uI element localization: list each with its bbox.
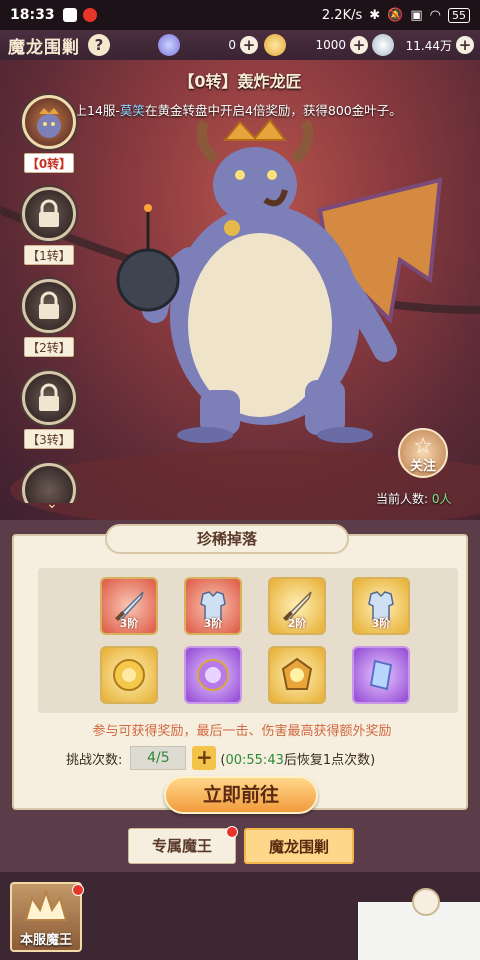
tier-label: 【1转】	[24, 245, 74, 265]
mode-tabs: 专属魔王 魔龙围剿	[0, 820, 480, 872]
item-tier: 3阶	[371, 617, 391, 630]
tier-item-3[interactable]: 【3转】	[18, 371, 80, 457]
sim-icon: ▣	[410, 7, 423, 23]
more-button[interactable]	[412, 888, 440, 916]
drop-item[interactable]	[268, 646, 326, 704]
add-leaf-button[interactable]: +	[350, 36, 368, 54]
boss-name-header: 【0转】轰炸龙匠	[178, 72, 302, 91]
go-now-button[interactable]: 立即前往	[164, 776, 318, 814]
drop-item[interactable]: 3阶	[100, 577, 158, 635]
tab-exclusive-boss[interactable]: 专属魔王	[128, 828, 236, 864]
tier-label: 【0转】	[24, 153, 74, 173]
viewer-count-value: 0人	[431, 492, 452, 506]
drop-item[interactable]: 3阶	[352, 577, 410, 635]
drops-title: 珍稀掉落	[105, 524, 349, 554]
tab-dragon-raid[interactable]: 魔龙围剿	[244, 828, 354, 864]
announcement-player: 莫笑	[119, 103, 145, 118]
lock-icon	[22, 279, 76, 333]
help-button[interactable]: ?	[88, 34, 110, 56]
drop-grid: 3阶 3阶 2阶 3阶	[38, 568, 458, 713]
lock-icon	[22, 187, 76, 241]
boss-scene: 【0转】轰炸龙匠 云上14服-莫笑在黄金转盘中开启4倍奖励，获得800金叶子。 …	[0, 60, 480, 520]
attempts-label: 挑战次数:	[66, 752, 123, 768]
recover-time: 00:55:43	[225, 752, 284, 768]
diamond-icon	[158, 34, 180, 56]
item-tier: 3阶	[203, 617, 223, 630]
top-bar: 魔龙围剿 ? 0 + 1000 + 11.44万 +	[0, 30, 480, 60]
bottom-bar: 本服魔王	[0, 872, 480, 960]
reward-hint: 参与可获得奖励，最后一击、伤害最高获得额外奖励	[92, 724, 392, 739]
add-attempts-button[interactable]: +	[192, 746, 217, 770]
crown-emblem-icon	[24, 888, 68, 921]
viewer-count: 当前人数: 0人	[376, 490, 452, 507]
record-icon	[82, 8, 97, 22]
recover-suffix: 后恢复1点次数)	[283, 752, 376, 768]
boss-portrait-icon	[22, 95, 76, 149]
notification-dot	[72, 884, 84, 896]
follow-label: 关注	[409, 459, 436, 474]
status-time: 18:33	[10, 7, 55, 23]
add-diamond-button[interactable]: +	[240, 36, 258, 54]
lock-icon	[22, 371, 76, 425]
wifi-icon: ◠	[429, 7, 441, 23]
tier-item-2[interactable]: 【2转】	[18, 279, 80, 365]
add-silver-button[interactable]: +	[456, 36, 474, 54]
drop-item[interactable]: 3阶	[184, 577, 242, 635]
tier-label: 【3转】	[24, 429, 74, 449]
attempts-row: 挑战次数: 4/5 + (00:55:43后恢复1点次数)	[66, 746, 375, 770]
tier-item-1[interactable]: 【1转】	[18, 187, 80, 273]
battery-indicator: 55	[448, 7, 470, 23]
recover-timer: (00:55:43后恢复1点次数)	[220, 749, 375, 768]
tier-label: 【2转】	[24, 337, 74, 357]
item-tier: 2阶	[287, 617, 307, 630]
purple-orb-icon	[197, 659, 229, 691]
silver-orb-icon	[372, 34, 394, 56]
currency-leaf: 1000 +	[264, 34, 368, 56]
app-notification-icon	[62, 8, 77, 22]
server-boss-button[interactable]: 本服魔王	[10, 882, 82, 952]
drop-item[interactable]	[352, 646, 410, 704]
notification-dot	[226, 826, 238, 838]
crystal-shard-icon	[369, 659, 393, 691]
currency-diamond: 0 +	[158, 34, 258, 56]
attempts-value: 4/5	[130, 746, 187, 770]
announcement-text: 在黄金转盘中开启4倍奖励，获得800金叶子。	[144, 103, 402, 118]
gem-rune-icon	[281, 657, 313, 690]
currency-silver: 11.44万 +	[372, 34, 474, 56]
drop-item[interactable]	[184, 646, 242, 704]
currency-value: 1000	[315, 38, 346, 52]
drop-item[interactable]: 2阶	[268, 577, 326, 635]
drop-panel: 3阶 3阶 2阶 3阶 参与可获得奖励，最后一击、伤害最高获得额外奖励 挑战次数…	[12, 534, 468, 814]
item-tier: 3阶	[119, 617, 139, 630]
collapse-chevron-icon[interactable]: ⌄	[40, 496, 64, 514]
mute-icon: 🔕	[387, 7, 404, 23]
drop-panel-container: 珍稀掉落 3阶 3阶 2阶 3阶 参与可获得奖励，最后一击、伤害最高获得额外奖励…	[0, 520, 480, 820]
currency-value: 11.44万	[405, 38, 452, 53]
currency-value: 0	[228, 38, 236, 52]
announcement-ticker: 云上14服-莫笑在黄金转盘中开启4倍奖励，获得800金叶子。	[62, 100, 402, 119]
network-speed: 2.2K/s	[321, 7, 363, 23]
page-title: 魔龙围剿	[8, 37, 80, 58]
leaf-icon	[264, 34, 286, 56]
viewer-count-label: 当前人数:	[376, 492, 432, 506]
server-boss-label: 本服魔王	[19, 933, 72, 948]
tier-item-0[interactable]: 【0转】	[18, 95, 80, 181]
gold-orb-icon	[113, 659, 145, 691]
status-bar: 18:33 2.2K/s ✱ 🔕 ▣ ◠ 55	[0, 0, 480, 30]
bluetooth-icon: ✱	[369, 7, 381, 23]
drop-item[interactable]	[100, 646, 158, 704]
